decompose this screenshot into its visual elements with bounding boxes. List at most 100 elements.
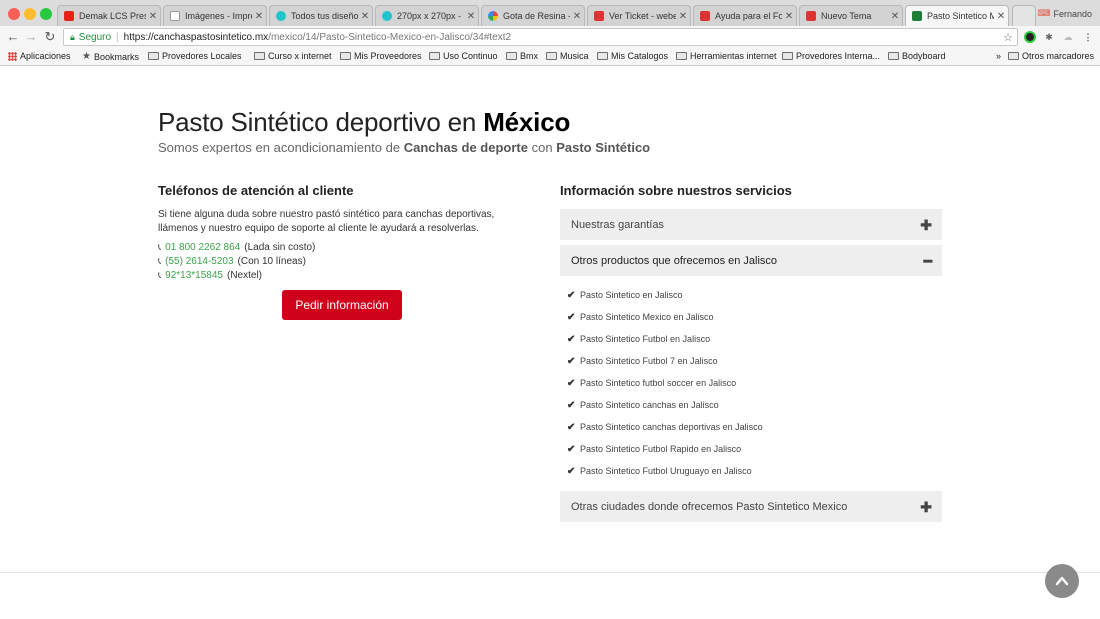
plus-icon: ✚ xyxy=(920,499,932,515)
page-title: Pasto Sintético deportivo en México xyxy=(158,107,571,137)
request-info-button[interactable]: Pedir información xyxy=(282,290,402,320)
google-favicon-icon xyxy=(488,11,498,21)
tab-270px[interactable]: 270px x 270px - ✕ xyxy=(375,5,479,26)
list-item: ✔ Pasto Sintetico Futbol en Jalisco xyxy=(567,333,711,345)
extension-icon[interactable] xyxy=(1024,31,1036,43)
webempresa-favicon-icon xyxy=(700,11,710,21)
accordion-other-cities[interactable]: Otras ciudades donde ofrecemos Pasto Sin… xyxy=(560,491,942,522)
phone-number-link[interactable]: 92*13*15845 xyxy=(165,270,223,281)
tab-gota-de-resina[interactable]: Gota de Resina - ✕ xyxy=(481,5,585,26)
phone-line: 📞︎ 01 800 2262 864 (Lada sin costo) xyxy=(158,242,316,253)
puzzle-extension-icon[interactable]: ✱ xyxy=(1043,31,1055,43)
forward-arrow-icon[interactable]: → xyxy=(24,29,38,45)
close-icon[interactable]: ✕ xyxy=(782,11,796,22)
bookmark-folder[interactable]: Provedores Locales xyxy=(148,51,242,61)
close-icon[interactable]: ✕ xyxy=(570,11,584,22)
check-icon: ✔ xyxy=(567,465,576,477)
folder-icon xyxy=(597,52,608,60)
tab-bar: Demak LCS Prese ✕ Imágenes - Impre ✕ Tod… xyxy=(0,0,1100,26)
folder-icon xyxy=(506,52,517,60)
check-icon: ✔ xyxy=(567,399,576,411)
tab-ayuda-foro[interactable]: Ayuda para el For ✕ xyxy=(693,5,797,26)
new-tab-button[interactable] xyxy=(1012,5,1036,26)
tab-imagenes[interactable]: Imágenes - Impre ✕ xyxy=(163,5,267,26)
tab-nuevo-tema[interactable]: Nuevo Tema ✕ xyxy=(799,5,903,26)
bookmark-folder[interactable]: Bodyboard xyxy=(888,51,946,61)
bookmark-folder[interactable]: Mis Catalogos xyxy=(597,51,668,61)
canva-favicon-icon xyxy=(382,11,392,21)
check-icon: ✔ xyxy=(567,443,576,455)
bookmark-bookmarks[interactable]: ★ Bookmarks xyxy=(82,51,139,62)
menu-dots-icon[interactable]: ⋮ xyxy=(1082,31,1094,43)
tab-todos-tus-disenos[interactable]: Todos tus diseño ✕ xyxy=(269,5,373,26)
check-icon: ✔ xyxy=(567,355,576,367)
bookmarks-overflow-button[interactable]: » xyxy=(996,51,1001,61)
folder-icon xyxy=(782,52,793,60)
web-page: Pasto Sintético deportivo en México Somo… xyxy=(0,67,1100,619)
cloud-extension-icon[interactable]: ☁ xyxy=(1062,31,1074,43)
list-item: ✔ Pasto Sintetico Futbol Uruguayo en Jali… xyxy=(567,465,752,477)
tab-demak[interactable]: Demak LCS Prese ✕ xyxy=(57,5,161,26)
check-icon: ✔ xyxy=(567,421,576,433)
contact-description-line: Si tiene alguna duda sobre nuestro pastó… xyxy=(158,209,495,220)
contact-heading: Teléfonos de atención al cliente xyxy=(158,183,354,198)
canva-favicon-icon xyxy=(276,11,286,21)
reload-icon[interactable]: ↻ xyxy=(43,29,57,45)
phone-number-link[interactable]: 01 800 2262 864 xyxy=(165,242,240,253)
products-list: ✔ Pasto Sintetico en Jalisco ✔ Pasto Sinte… xyxy=(567,284,937,482)
section-divider xyxy=(0,572,1100,573)
tab-ver-ticket[interactable]: Ver Ticket - webe ✕ xyxy=(587,5,691,26)
bookmark-folder[interactable]: Uso Continuo xyxy=(429,51,498,61)
list-item: ✔ Pasto Sintetico Futbol 7 en Jalisco xyxy=(567,355,718,367)
folder-icon xyxy=(676,52,687,60)
check-icon: ✔ xyxy=(567,289,576,301)
bookmark-folder[interactable]: Bmx xyxy=(506,51,538,61)
phone-number-link[interactable]: (55) 2614-5203 xyxy=(165,256,233,267)
back-arrow-icon[interactable]: ← xyxy=(6,29,20,45)
close-icon[interactable]: ✕ xyxy=(676,11,690,22)
profile-button[interactable]: ⌨ Fernando xyxy=(1037,8,1092,19)
scroll-to-top-button[interactable] xyxy=(1045,564,1079,598)
close-icon[interactable]: ✕ xyxy=(464,11,478,22)
maximize-window-icon[interactable] xyxy=(40,8,52,20)
close-icon[interactable]: ✕ xyxy=(252,11,266,22)
folder-icon xyxy=(148,52,159,60)
bookmark-star-icon[interactable]: ☆ xyxy=(1003,31,1013,44)
bookmark-aplicaciones[interactable]: Aplicaciones xyxy=(8,51,71,61)
plus-icon: ✚ xyxy=(920,217,932,233)
bookmark-folder[interactable]: Herramientas internet xyxy=(676,51,777,61)
star-icon: ★ xyxy=(82,51,91,62)
accordion-other-products[interactable]: Otros productos que ofrecemos en Jalisco… xyxy=(560,245,942,276)
folder-icon xyxy=(340,52,351,60)
webempresa-favicon-icon xyxy=(594,11,604,21)
folder-icon xyxy=(546,52,557,60)
accordion-guarantees[interactable]: Nuestras garantías ✚ xyxy=(560,209,942,240)
folder-icon xyxy=(429,52,440,60)
address-bar[interactable]: 🔒︎ Seguro | https://canchaspastosintetic… xyxy=(63,28,1018,46)
close-window-icon[interactable] xyxy=(8,8,20,20)
minimize-window-icon[interactable] xyxy=(24,8,36,20)
minus-icon: ━ xyxy=(923,253,932,269)
list-item: ✔ Pasto Sintetico Mexico en Jalisco xyxy=(567,311,714,323)
check-icon: ✔ xyxy=(567,311,576,323)
phone-icon: 📞︎ xyxy=(158,270,162,280)
page-subtitle: Somos expertos en acondicionamiento de C… xyxy=(158,140,651,155)
bookmark-folder[interactable]: Provedores Interna... xyxy=(782,51,880,61)
close-icon[interactable]: ✕ xyxy=(888,11,902,22)
chevron-up-icon xyxy=(1055,576,1069,586)
bookmark-folder[interactable]: Mis Proveedores xyxy=(340,51,422,61)
site-favicon-icon xyxy=(912,11,922,21)
contact-description-line: llámenos y nuestro equipo de soporte al … xyxy=(158,223,479,234)
bookmark-folder[interactable]: Curso x internet xyxy=(254,51,332,61)
phone-line: 📞︎ 92*13*15845 (Nextel) xyxy=(158,270,263,281)
lock-icon: 🔒︎ xyxy=(70,31,75,42)
bookmarks-bar: Aplicaciones ★ Bookmarks Provedores Loca… xyxy=(0,48,1100,66)
profile-icon: ⌨ xyxy=(1037,8,1051,18)
bookmark-folder[interactable]: Musica xyxy=(546,51,589,61)
check-icon: ✔ xyxy=(567,333,576,345)
close-icon[interactable]: ✕ xyxy=(994,11,1008,22)
close-icon[interactable]: ✕ xyxy=(146,11,160,22)
other-bookmarks-folder[interactable]: Otros marcadores xyxy=(1008,51,1094,61)
close-icon[interactable]: ✕ xyxy=(358,11,372,22)
tab-pasto-sintetico[interactable]: Pasto Sintetico M ✕ xyxy=(905,5,1009,26)
